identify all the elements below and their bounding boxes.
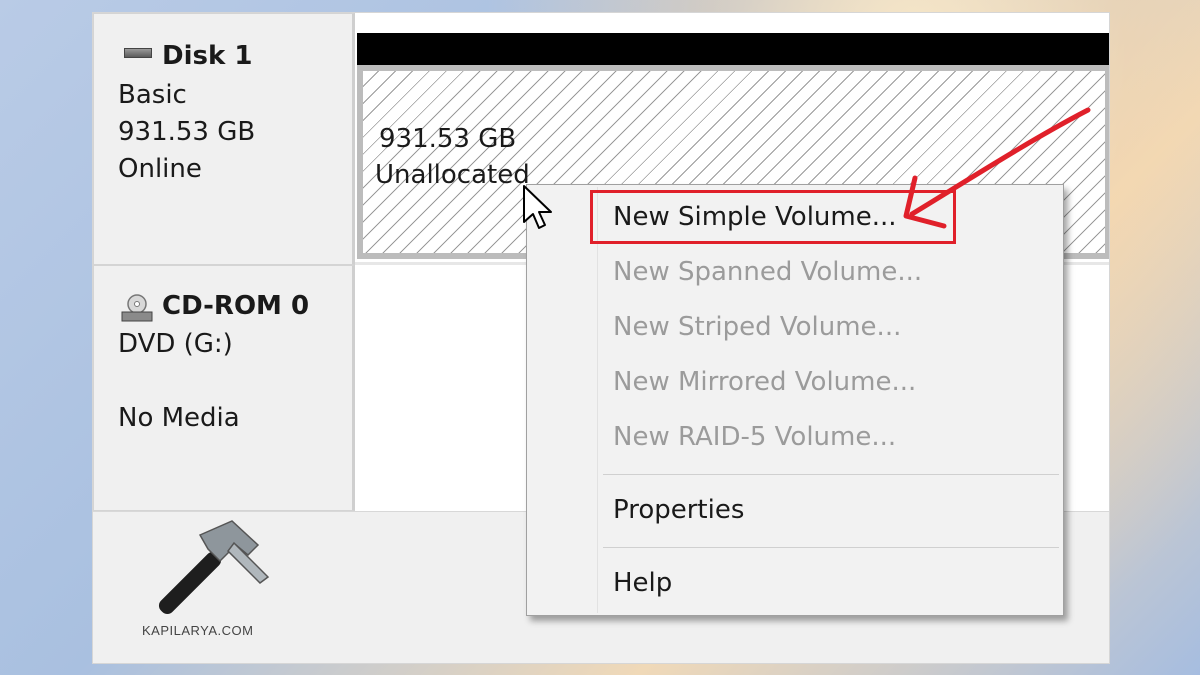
cdrom-label-cell[interactable]: CD-ROM 0 DVD (G:) No Media [93, 265, 355, 511]
menu-separator [603, 547, 1059, 548]
disk1-title: Disk 1 [162, 41, 253, 71]
highlight-box [590, 190, 956, 244]
disk1-type: Basic [118, 80, 187, 110]
cd-drive-icon [121, 294, 153, 322]
mouse-pointer-icon [523, 185, 552, 229]
menu-item-new-striped-volume[interactable]: New Striped Volume... [613, 307, 901, 347]
disk-drive-icon [124, 48, 152, 58]
disk1-status: Online [118, 154, 202, 184]
context-menu: New Simple Volume... New Spanned Volume.… [526, 184, 1064, 616]
partition-header-bar [357, 33, 1109, 65]
menu-gutter [597, 187, 598, 613]
menu-item-new-raid5-volume[interactable]: New RAID-5 Volume... [613, 417, 896, 457]
menu-separator [603, 474, 1059, 475]
disk1-size: 931.53 GB [118, 117, 256, 147]
menu-item-new-mirrored-volume[interactable]: New Mirrored Volume... [613, 362, 916, 402]
menu-item-new-spanned-volume[interactable]: New Spanned Volume... [613, 252, 922, 292]
disk1-label-cell[interactable]: Disk 1 Basic 931.53 GB Online [93, 13, 355, 265]
watermark-text: KAPILARYA.COM [142, 623, 254, 638]
menu-item-properties[interactable]: Properties [613, 490, 744, 530]
cdrom-media: No Media [118, 403, 240, 433]
menu-item-help[interactable]: Help [613, 563, 672, 603]
partition-state: Unallocated [375, 160, 530, 190]
cdrom-title: CD-ROM 0 [162, 291, 310, 321]
partition-size: 931.53 GB [379, 124, 517, 154]
cdrom-drive: DVD (G:) [118, 329, 233, 359]
